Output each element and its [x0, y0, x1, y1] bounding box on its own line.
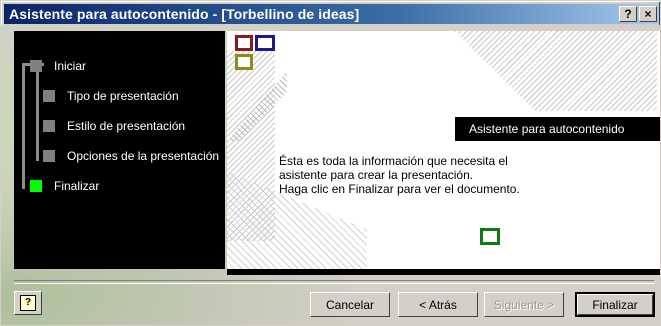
step-label: Tipo de presentación: [67, 89, 179, 103]
step-label: Opciones de la presentación: [67, 149, 220, 163]
step-opciones-presentacion[interactable]: Opciones de la presentación: [43, 149, 219, 163]
help-title-button[interactable]: ?: [619, 6, 637, 22]
help-icon: ?: [624, 7, 632, 21]
next-button[interactable]: Siguiente >: [484, 292, 564, 317]
wizard-banner: Asistente para autocontenido: [455, 117, 660, 141]
decorative-red-square: [235, 35, 253, 51]
step-marker-icon: [43, 120, 55, 132]
step-label: Iniciar: [54, 59, 87, 73]
decorative-hatch-top: [454, 31, 657, 111]
steps-track-inner: [36, 63, 39, 161]
help-button[interactable]: ?: [14, 291, 42, 315]
back-button[interactable]: < Atrás: [398, 292, 478, 317]
close-icon: ×: [644, 7, 652, 21]
button-divider: [14, 280, 654, 284]
step-marker-active-icon: [30, 180, 42, 192]
decorative-green-square: [480, 228, 500, 245]
title-bar-buttons: ? ×: [619, 6, 657, 22]
step-label: Estilo de presentación: [67, 119, 186, 133]
window-title: Asistente para autocontenido - [Torbelli…: [9, 6, 360, 22]
step-tipo-presentacion[interactable]: Tipo de presentación: [43, 89, 179, 103]
close-title-button[interactable]: ×: [639, 6, 657, 22]
decorative-blue-square: [255, 35, 275, 51]
cancel-button[interactable]: Cancelar: [310, 292, 390, 317]
finish-button[interactable]: Finalizar: [575, 292, 655, 317]
message-line: asistente para crear la presentación.: [279, 168, 474, 182]
title-bar[interactable]: Asistente para autocontenido - [Torbelli…: [4, 4, 659, 24]
step-finalizar[interactable]: Finalizar: [30, 179, 99, 193]
step-label: Finalizar: [54, 179, 100, 193]
content-panel: Asistente para autocontenido Ésta es tod…: [227, 31, 660, 269]
steps-track-outer: [22, 63, 25, 189]
step-marker-icon: [30, 60, 42, 72]
message-line: Ésta es toda la información que necesita…: [279, 154, 508, 168]
step-estilo-presentacion[interactable]: Estilo de presentación: [43, 119, 185, 133]
content-bottom-strip: [227, 269, 660, 275]
step-marker-icon: [43, 150, 55, 162]
steps-panel: Iniciar Tipo de presentación Estilo de p…: [14, 31, 225, 269]
step-iniciar[interactable]: Iniciar: [30, 59, 86, 73]
decorative-olive-square: [235, 54, 253, 70]
message-line: Haga clic en Finalizar para ver el docum…: [279, 182, 520, 196]
help-balloon-icon: ?: [20, 295, 36, 311]
wizard-window: Asistente para autocontenido - [Torbelli…: [0, 0, 661, 326]
step-marker-icon: [43, 90, 55, 102]
completion-message: Ésta es toda la información que necesita…: [279, 154, 520, 196]
